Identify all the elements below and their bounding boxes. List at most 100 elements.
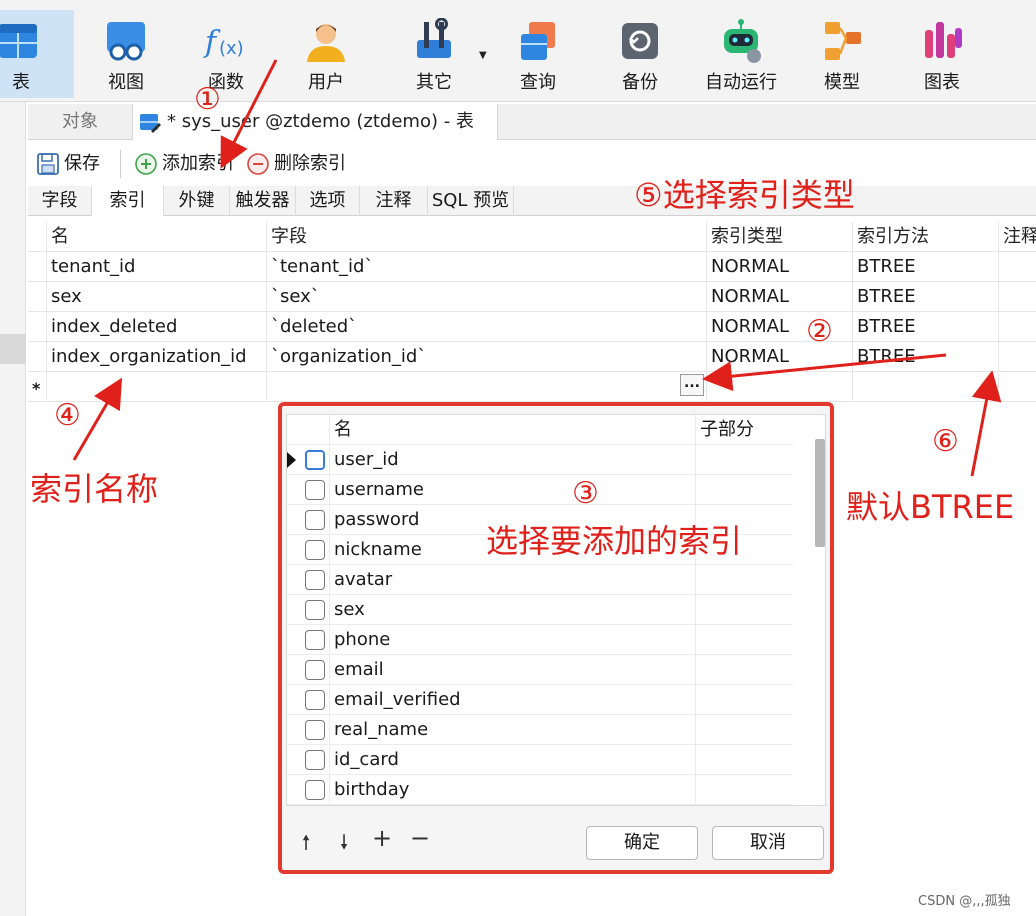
field-subpart[interactable] — [695, 745, 793, 775]
table-row[interactable]: tenant_id `tenant_id` NORMAL BTREE — [28, 252, 1036, 282]
ribbon-model-button[interactable]: 模型 — [812, 10, 872, 98]
field-subpart[interactable] — [695, 565, 793, 595]
cell-index-type[interactable]: NORMAL — [706, 252, 852, 282]
field-subpart[interactable] — [695, 775, 793, 805]
field-subpart[interactable] — [695, 475, 793, 505]
cell-fields[interactable]: `sex` — [266, 282, 706, 312]
cell-index-type[interactable] — [706, 372, 852, 402]
ribbon-backup-button[interactable]: 备份 — [610, 10, 670, 98]
cell-comment[interactable] — [998, 312, 1036, 342]
cell-index-method[interactable] — [852, 372, 998, 402]
tab-sql-preview[interactable]: SQL 预览 — [428, 186, 514, 216]
tab-fields[interactable]: 字段 — [28, 186, 92, 216]
field-checkbox[interactable] — [305, 750, 325, 770]
tab-foreign-keys[interactable]: 外键 — [164, 186, 230, 216]
delete-index-button[interactable]: 删除索引 — [246, 150, 346, 178]
field-subpart[interactable] — [695, 685, 793, 715]
ribbon-other-button[interactable]: 其它 — [404, 10, 464, 98]
ribbon-chart-button[interactable]: 图表 — [912, 10, 972, 98]
list-item[interactable]: real_name — [287, 715, 793, 745]
cell-index-method[interactable]: BTREE — [852, 282, 998, 312]
field-subpart[interactable] — [695, 625, 793, 655]
main-ribbon: 表 视图 f (x) 函数 用户 其它 ▼ 查询 备份 自动运行 模型 图表 — [0, 0, 1036, 102]
field-subpart[interactable] — [695, 595, 793, 625]
field-checkbox[interactable] — [305, 480, 325, 500]
field-subpart[interactable] — [695, 655, 793, 685]
field-list-scrollbar[interactable] — [815, 439, 825, 547]
table-row[interactable]: index_organization_id `organization_id` … — [28, 342, 1036, 372]
field-checkbox[interactable] — [305, 600, 325, 620]
column-header-index-method[interactable]: 索引方法 — [852, 222, 998, 252]
save-button[interactable]: 保存 — [36, 150, 100, 178]
field-subpart[interactable] — [695, 715, 793, 745]
cell-comment[interactable] — [998, 342, 1036, 372]
cell-comment[interactable] — [998, 252, 1036, 282]
cell-fields[interactable]: `tenant_id` — [266, 252, 706, 282]
cell-name[interactable]: sex — [46, 282, 266, 312]
field-checkbox[interactable] — [305, 780, 325, 800]
cell-index-type[interactable]: NORMAL — [706, 282, 852, 312]
cell-fields[interactable] — [266, 372, 706, 402]
chevron-down-icon[interactable]: ▼ — [479, 50, 487, 61]
tab-triggers[interactable]: 触发器 — [230, 186, 296, 216]
cell-name[interactable]: index_deleted — [46, 312, 266, 342]
cell-fields[interactable]: `deleted` — [266, 312, 706, 342]
field-checkbox[interactable] — [305, 630, 325, 650]
move-down-icon[interactable]: 🠗 — [332, 828, 356, 862]
table-row-new[interactable]: * — [28, 372, 1036, 402]
field-checkbox[interactable] — [305, 510, 325, 530]
list-item[interactable]: phone — [287, 625, 793, 655]
field-checkbox[interactable] — [305, 720, 325, 740]
field-checkbox[interactable] — [305, 450, 325, 470]
ribbon-automation-button[interactable]: 自动运行 — [700, 10, 782, 98]
field-name: avatar — [329, 565, 695, 595]
field-name: id_card — [329, 745, 695, 775]
ribbon-user-button[interactable]: 用户 — [296, 10, 356, 98]
list-item[interactable]: birthday — [287, 775, 793, 805]
annotation-index-name: 索引名称 — [30, 470, 159, 508]
tab-comments[interactable]: 注释 — [360, 186, 428, 216]
list-item[interactable]: email_verified — [287, 685, 793, 715]
list-item[interactable]: user_id — [287, 445, 793, 475]
column-header-name[interactable]: 名 — [46, 222, 266, 252]
add-index-button[interactable]: 添加索引 — [134, 150, 234, 178]
list-item[interactable]: sex — [287, 595, 793, 625]
move-up-icon[interactable]: 🠕 — [294, 828, 318, 862]
cell-name[interactable]: index_organization_id — [46, 342, 266, 372]
column-header-comment[interactable]: 注释 — [998, 222, 1036, 252]
tab-sys-user-table[interactable]: * sys_user @ztdemo (ztdemo) - 表 — [132, 104, 498, 140]
field-checkbox[interactable] — [305, 660, 325, 680]
cancel-button[interactable]: 取消 — [712, 826, 824, 860]
list-item[interactable]: email — [287, 655, 793, 685]
list-item[interactable]: id_card — [287, 745, 793, 775]
field-checkbox[interactable] — [305, 540, 325, 560]
function-icon: f (x) — [203, 25, 244, 60]
tab-objects[interactable]: 对象 — [28, 104, 132, 140]
cell-comment[interactable] — [998, 282, 1036, 312]
tab-indexes[interactable]: 索引 — [92, 186, 164, 216]
tab-options[interactable]: 选项 — [296, 186, 360, 216]
field-subpart[interactable] — [695, 445, 793, 475]
remove-icon[interactable]: − — [408, 824, 432, 852]
field-checkbox[interactable] — [305, 690, 325, 710]
ok-button[interactable]: 确定 — [586, 826, 698, 860]
field-picker-button[interactable]: ... — [680, 374, 704, 396]
cell-fields[interactable]: `organization_id` — [266, 342, 706, 372]
table-row[interactable]: index_deleted `deleted` NORMAL BTREE — [28, 312, 1036, 342]
cell-index-method[interactable]: BTREE — [852, 252, 998, 282]
list-item[interactable]: username — [287, 475, 793, 505]
field-checkbox[interactable] — [305, 570, 325, 590]
cell-name[interactable]: tenant_id — [46, 252, 266, 282]
cell-index-method[interactable]: BTREE — [852, 342, 998, 372]
cell-index-method[interactable]: BTREE — [852, 312, 998, 342]
cell-comment[interactable] — [998, 372, 1036, 402]
column-header-fields[interactable]: 字段 — [266, 222, 706, 252]
ribbon-view-button[interactable]: 视图 — [96, 10, 156, 98]
annotation-step-6: ⑥ — [932, 424, 959, 459]
table-row[interactable]: sex `sex` NORMAL BTREE — [28, 282, 1036, 312]
ribbon-table-button[interactable]: 表 — [0, 10, 74, 98]
add-icon[interactable]: + — [370, 824, 394, 852]
list-item[interactable]: avatar — [287, 565, 793, 595]
column-header-index-type[interactable]: 索引类型 — [706, 222, 852, 252]
ribbon-query-button[interactable]: 查询 — [508, 10, 568, 98]
